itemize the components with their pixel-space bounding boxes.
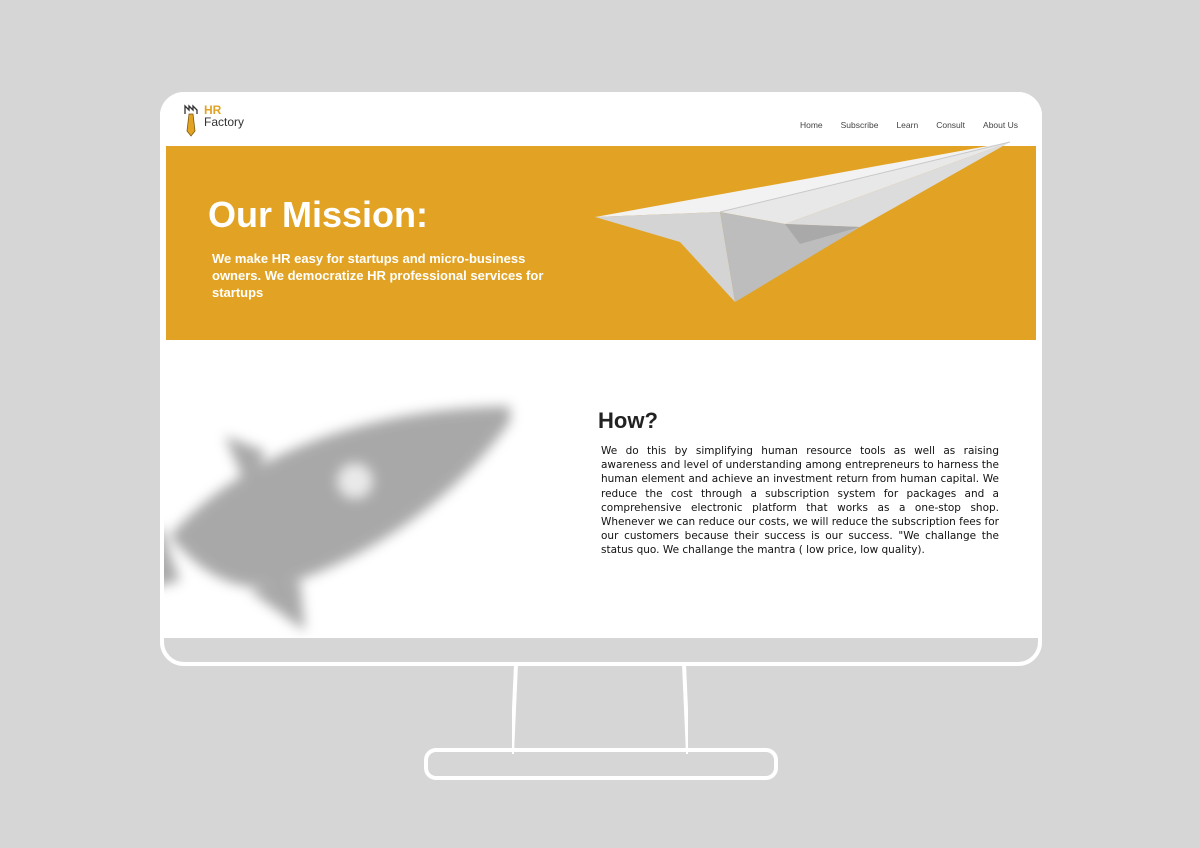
nav-learn[interactable]: Learn: [896, 120, 918, 130]
mockup-stage: HR Factory Home Subscribe Learn Consult …: [0, 0, 1200, 848]
monitor-chin: [160, 638, 1042, 666]
paper-plane-icon: [595, 141, 1011, 302]
site-logo[interactable]: HR Factory: [184, 104, 264, 138]
nav-home[interactable]: Home: [800, 120, 823, 130]
monitor-stand-neck: [512, 664, 688, 754]
nav-consult[interactable]: Consult: [936, 120, 965, 130]
rocket-icon: [160, 406, 510, 631]
main-nav: Home Subscribe Learn Consult About Us: [782, 120, 1018, 130]
logo-text-factory: Factory: [204, 115, 245, 129]
monitor-stand-base: [424, 748, 778, 780]
hero-text: We make HR easy for startups and micro-b…: [212, 251, 544, 300]
how-title: How?: [598, 408, 658, 433]
nav-about-us[interactable]: About Us: [983, 120, 1018, 130]
monitor-screen: HR Factory Home Subscribe Learn Consult …: [160, 92, 1042, 666]
how-text: We do this by simplifying human resource…: [601, 445, 999, 557]
factory-tie-logo-icon: [184, 104, 198, 137]
hero-title: Our Mission:: [208, 194, 429, 235]
nav-subscribe[interactable]: Subscribe: [841, 120, 879, 130]
